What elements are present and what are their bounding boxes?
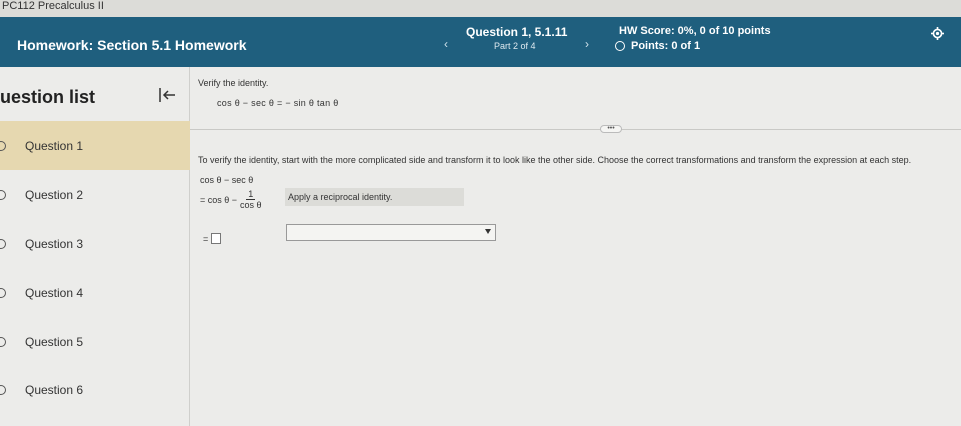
- hw-score: HW Score: 0%, 0 of 10 points: [619, 25, 771, 37]
- progress-circle-icon: [615, 41, 625, 51]
- status-circle-icon: [0, 336, 6, 347]
- homework-title: Homework: Section 5.1 Homework: [17, 37, 247, 53]
- identity-expression: cos θ − sec θ = − sin θ tan θ: [217, 98, 339, 108]
- question-list-sidebar: uestion list Question 1 Question 2 Quest…: [0, 67, 190, 426]
- chevron-right-icon[interactable]: ›: [585, 37, 589, 51]
- instructions-text: To verify the identity, start with the m…: [198, 155, 912, 165]
- sidebar-item-label: Question 4: [25, 285, 84, 300]
- question-panel: Verify the identity. cos θ − sec θ = − s…: [190, 67, 961, 426]
- part-label: Part 2 of 4: [494, 41, 536, 51]
- chevron-left-icon[interactable]: ‹: [444, 37, 448, 51]
- collapse-left-icon[interactable]: [157, 85, 177, 105]
- sidebar-item-question-5[interactable]: Question 5: [0, 317, 190, 366]
- sidebar-item-label: Question 2: [25, 187, 84, 202]
- sidebar-item-question-1[interactable]: Question 1: [0, 121, 190, 170]
- status-circle-icon: [0, 287, 6, 298]
- sidebar-item-question-3[interactable]: Question 3: [0, 219, 190, 268]
- browser-tab-title: PC112 Precalculus II: [0, 0, 961, 17]
- status-circle-icon: [0, 189, 6, 200]
- answer-input[interactable]: [211, 233, 222, 244]
- dropdown-arrow-icon: [485, 229, 491, 234]
- step-3-expression: =: [203, 233, 222, 244]
- sidebar-item-question-2[interactable]: Question 2: [0, 170, 190, 219]
- problem-prompt: Verify the identity.: [198, 78, 269, 88]
- sidebar-item-label: Question 3: [25, 236, 84, 251]
- fraction-denominator: cos θ: [240, 200, 262, 210]
- sidebar-item-question-6[interactable]: Question 6: [0, 365, 190, 414]
- fraction-numerator: 1: [246, 189, 256, 200]
- more-button[interactable]: •••: [600, 125, 622, 133]
- step-2-expression: = cos θ − 1 cos θ: [200, 189, 262, 210]
- step-2-reason: Apply a reciprocal identity.: [285, 188, 464, 206]
- status-circle-icon: [0, 238, 6, 249]
- gear-icon[interactable]: [931, 27, 944, 40]
- status-circle-icon: [0, 384, 6, 395]
- step-3-prefix: =: [203, 233, 209, 244]
- header-bar: Homework: Section 5.1 Homework ‹ Questio…: [0, 17, 961, 67]
- step-1-expression: cos θ − sec θ: [200, 175, 254, 185]
- reason-dropdown[interactable]: [286, 224, 496, 241]
- status-circle-icon: [0, 140, 6, 151]
- points-label: Points: 0 of 1: [631, 40, 701, 52]
- question-list-title: uestion list: [0, 87, 96, 107]
- fraction: 1 cos θ: [240, 189, 262, 210]
- points-status: Points: 0 of 1: [615, 40, 700, 52]
- step-2-prefix: = cos θ −: [200, 194, 238, 205]
- sidebar-item-label: Question 5: [25, 334, 84, 349]
- question-label: Question 1, 5.1.11: [466, 25, 568, 39]
- divider: [190, 129, 961, 130]
- sidebar-item-label: Question 1: [25, 138, 84, 153]
- sidebar-item-question-4[interactable]: Question 4: [0, 268, 190, 317]
- sidebar-item-label: Question 6: [25, 382, 84, 397]
